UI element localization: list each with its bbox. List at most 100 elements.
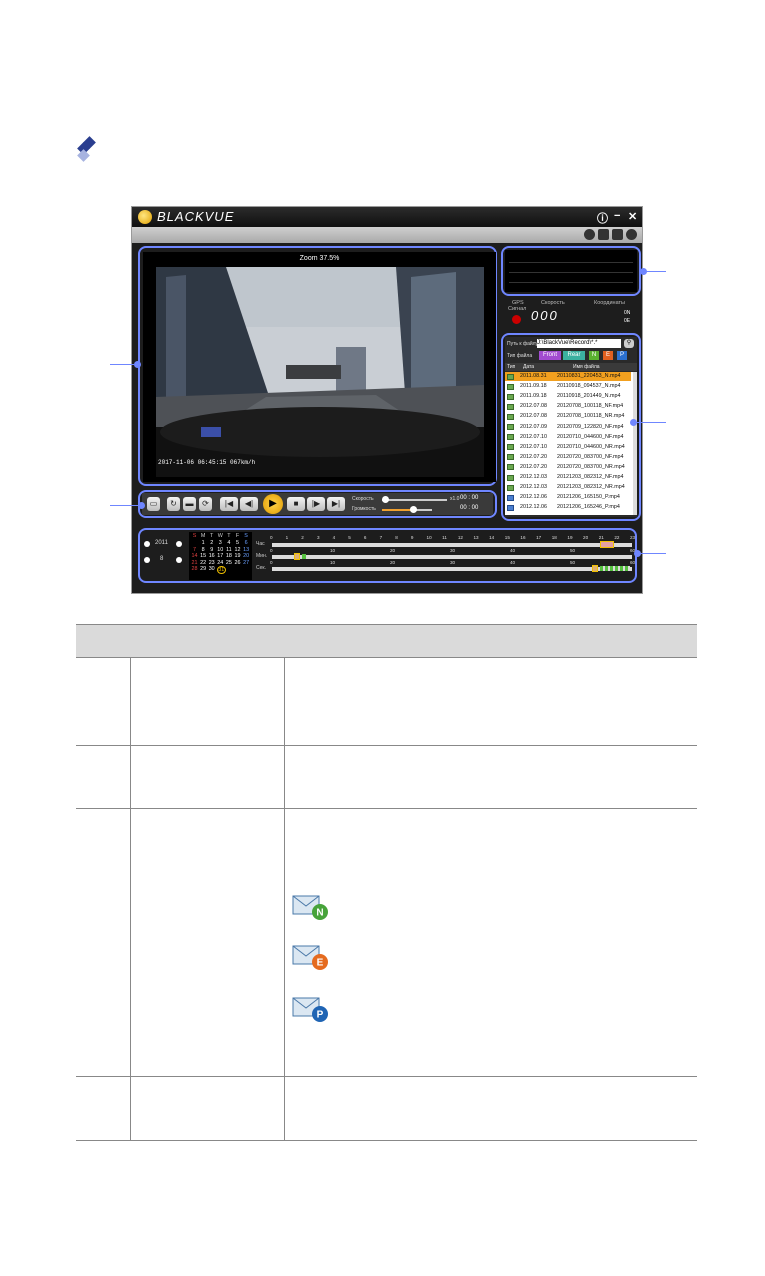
- calendar-day[interactable]: 9: [208, 547, 215, 553]
- year-next-icon[interactable]: [176, 541, 182, 547]
- fullscreen-button[interactable]: ▭: [147, 497, 160, 511]
- file-row[interactable]: 2012.07.10 20120710_044600_NR.mp4: [505, 443, 631, 452]
- calendar-day[interactable]: 5: [234, 540, 241, 546]
- second-tick: 0: [270, 560, 273, 565]
- second-marker[interactable]: [592, 565, 598, 572]
- hour-timeline[interactable]: [272, 543, 632, 547]
- hour-marker[interactable]: [600, 541, 614, 548]
- calendar-day[interactable]: 20: [243, 553, 250, 559]
- file-row[interactable]: 2012.07.08 20120708_100118_NR.mp4: [505, 412, 631, 421]
- calendar-day[interactable]: 14: [191, 553, 198, 559]
- calendar-day[interactable]: 17: [217, 553, 224, 559]
- hour-tick: 15: [504, 535, 510, 540]
- calendar-day[interactable]: 25: [225, 560, 232, 566]
- minute-marker[interactable]: [294, 553, 300, 560]
- filter-rear[interactable]: Rear: [563, 351, 585, 360]
- month-next-icon[interactable]: [176, 557, 182, 563]
- calendar-day[interactable]: 2: [208, 540, 215, 546]
- year-prev-icon[interactable]: [144, 541, 150, 547]
- calendar-day[interactable]: 3: [217, 540, 224, 546]
- calendar-day[interactable]: 13: [243, 547, 250, 553]
- brand-title: BLACKVUE: [157, 209, 235, 224]
- calendar-day[interactable]: 19: [234, 553, 241, 559]
- calendar-day[interactable]: 7: [191, 547, 198, 553]
- calendar-day[interactable]: 31: [216, 566, 226, 575]
- file-row[interactable]: 2012.07.20 20120720_083700_NR.mp4: [505, 463, 631, 472]
- play-button[interactable]: ▶: [263, 494, 283, 514]
- file-row[interactable]: 2012.12.06 20121206_165150_P.mp4: [505, 493, 631, 502]
- calendar-day[interactable]: 16: [208, 553, 215, 559]
- camera-icon[interactable]: [598, 229, 609, 240]
- file-row[interactable]: 2012.12.03 20121203_082312_NR.mp4: [505, 483, 631, 492]
- split-view-button[interactable]: ▬: [183, 497, 196, 511]
- speed-slider-knob[interactable]: [382, 496, 389, 503]
- calendar-day[interactable]: 29: [200, 566, 207, 572]
- file-row[interactable]: 2011.08.31 20110831_220453_N.mp4: [505, 372, 631, 382]
- hour-row-label: Час: [256, 541, 265, 547]
- refresh-button[interactable]: ⟳: [199, 497, 212, 511]
- file-row[interactable]: 2012.12.06 20121206_165246_P.mp4: [505, 503, 631, 512]
- file-row[interactable]: 2012.07.08 20120708_100118_NF.mp4: [505, 402, 631, 411]
- calendar-day[interactable]: 26: [234, 560, 241, 566]
- calendar-day[interactable]: 27: [243, 560, 250, 566]
- calendar-day[interactable]: 8: [200, 547, 207, 553]
- first-frame-button[interactable]: |◀: [220, 497, 238, 511]
- last-frame-button[interactable]: ▶|: [327, 497, 345, 511]
- file-row[interactable]: 2011.09.18 20110918_094537_N.mp4: [505, 382, 631, 391]
- filter-normal[interactable]: N: [589, 351, 599, 360]
- calendar-day[interactable]: 30: [208, 566, 215, 572]
- volume-slider-knob[interactable]: [410, 506, 417, 513]
- normal-recording-icon: N: [292, 894, 328, 920]
- file-row[interactable]: 2012.07.20 20120720_083700_NF.mp4: [505, 453, 631, 462]
- calendar-day[interactable]: 28: [191, 566, 198, 572]
- filter-event[interactable]: E: [603, 351, 613, 360]
- prev-frame-button[interactable]: ◀|: [240, 497, 258, 511]
- filter-parking[interactable]: P: [617, 351, 627, 360]
- settings-icon[interactable]: [626, 229, 637, 240]
- file-list-scrollbar[interactable]: [633, 372, 637, 515]
- callout-line-2: [110, 505, 140, 506]
- calendar-day[interactable]: 1: [200, 540, 207, 546]
- next-frame-button[interactable]: |▶: [307, 497, 325, 511]
- calendar-day[interactable]: 15: [200, 553, 207, 559]
- download-icon[interactable]: [584, 229, 595, 240]
- video-file-icon: [507, 403, 514, 410]
- coords-label: Координаты: [594, 300, 625, 306]
- month-prev-icon[interactable]: [144, 557, 150, 563]
- search-icon[interactable]: ⚲: [624, 339, 634, 348]
- rotate-button[interactable]: ↻: [167, 497, 180, 511]
- file-row[interactable]: 2012.07.09 20120709_122820_NF.mp4: [505, 423, 631, 432]
- path-input[interactable]: J:\BlackVue\Record\*.*: [537, 339, 621, 348]
- speed-slider[interactable]: [382, 496, 447, 503]
- calendar-day[interactable]: 21: [191, 560, 198, 566]
- hour-tick: 21: [598, 535, 604, 540]
- file-row[interactable]: 2012.12.03 20121203_082312_NF.mp4: [505, 473, 631, 482]
- stop-button[interactable]: ■: [287, 497, 305, 511]
- close-button[interactable]: ✕: [628, 210, 637, 223]
- file-name: 20121206_165246_P.mp4: [557, 504, 620, 511]
- minute-timeline[interactable]: [272, 555, 632, 559]
- file-row[interactable]: 2011.09.18 20110918_201449_N.mp4: [505, 392, 631, 401]
- calendar-day[interactable]: 23: [208, 560, 215, 566]
- calendar-day[interactable]: 11: [225, 547, 232, 553]
- current-time: 00 : 00: [460, 495, 479, 501]
- calendar-day[interactable]: 22: [200, 560, 207, 566]
- calendar-day[interactable]: 24: [217, 560, 224, 566]
- calendar-day[interactable]: 4: [225, 540, 232, 546]
- hour-tick: 16: [520, 535, 526, 540]
- filter-front[interactable]: Front: [539, 351, 561, 360]
- file-date: 2012.07.10: [520, 443, 547, 450]
- minimize-button[interactable]: −: [614, 210, 620, 222]
- calendar-day[interactable]: 18: [225, 553, 232, 559]
- file-row[interactable]: 2012.07.10 20120710_044600_NF.mp4: [505, 433, 631, 442]
- minute-tick: 10: [330, 548, 336, 553]
- calendar-day[interactable]: 12: [234, 547, 241, 553]
- volume-slider[interactable]: [382, 506, 432, 513]
- info-button[interactable]: ⓘ: [597, 210, 608, 226]
- callout-dot-1: [134, 361, 141, 368]
- calendar-day[interactable]: 10: [217, 547, 224, 553]
- print-icon[interactable]: [612, 229, 623, 240]
- second-timeline[interactable]: [272, 567, 632, 571]
- hour-tick: 8: [395, 535, 398, 540]
- calendar-day[interactable]: 6: [243, 540, 250, 546]
